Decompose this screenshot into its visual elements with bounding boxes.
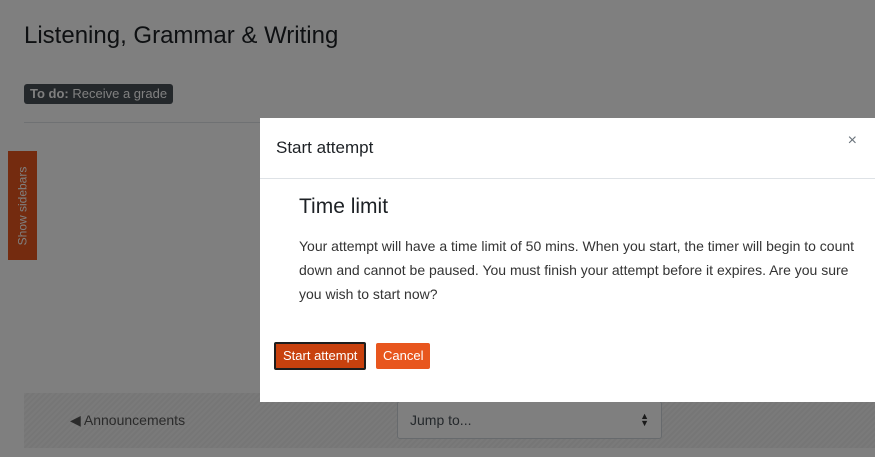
modal-title: Start attempt (276, 138, 374, 157)
cancel-button[interactable]: Cancel (376, 343, 431, 369)
time-limit-heading: Time limit (299, 195, 389, 218)
time-limit-description: Your attempt will have a time limit of 5… (299, 238, 855, 302)
start-attempt-dialog: Start attempt × Time limit Your attempt … (260, 118, 875, 402)
modal-header: Start attempt × (260, 118, 875, 179)
start-attempt-button[interactable]: Start attempt (274, 342, 367, 370)
close-icon[interactable]: × (844, 130, 861, 152)
